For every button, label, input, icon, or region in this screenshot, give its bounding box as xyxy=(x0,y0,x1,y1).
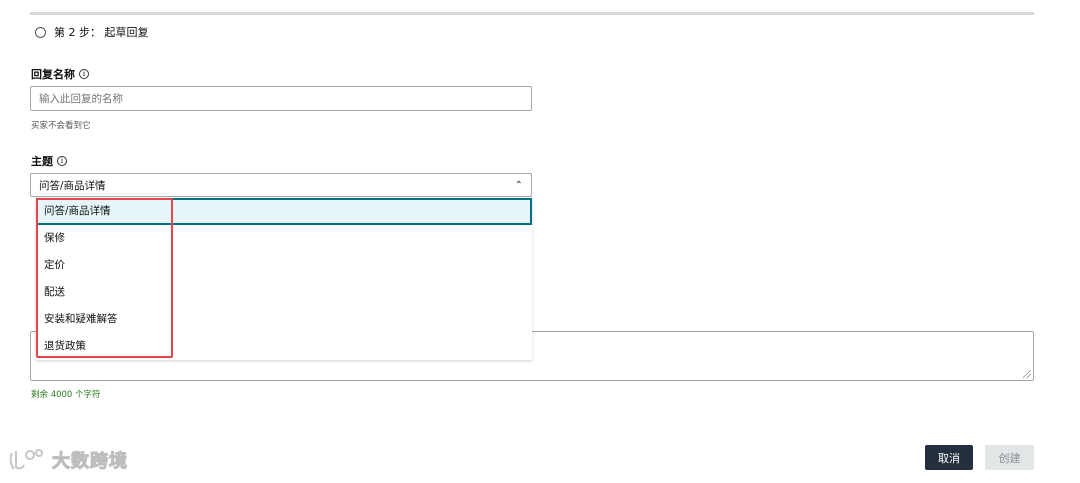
topic-dropdown: 问答/商品详情 保修 定价 配送 安装和疑难解答 退货政策 xyxy=(36,198,532,360)
topic-selected-value: 问答/商品详情 xyxy=(39,179,106,192)
step-label: 第 2 步： 起草回复 xyxy=(54,26,149,39)
chevron-up-icon: ⌃ xyxy=(514,179,523,191)
topic-option-shipping[interactable]: 配送 xyxy=(36,279,532,306)
resize-handle-icon[interactable] xyxy=(1023,370,1031,378)
radio-icon[interactable] xyxy=(35,26,46,38)
reply-name-label-text: 回复名称 xyxy=(31,68,75,81)
characters-remaining: 剩余 4000 个字符 xyxy=(31,390,101,400)
watermark-symbol-icon xyxy=(9,449,43,470)
reply-name-hint: 买家不会看到它 xyxy=(31,121,91,131)
step-header: 第 2 步： 起草回复 xyxy=(35,24,149,40)
cancel-button[interactable]: 取消 xyxy=(925,445,973,470)
topic-select[interactable]: 问答/商品详情 ⌃ xyxy=(30,173,532,197)
info-icon[interactable]: i xyxy=(57,156,67,166)
topic-option-returns[interactable]: 退货政策 xyxy=(36,333,532,360)
create-button[interactable]: 创建 xyxy=(985,445,1034,470)
watermark-logo: 大数跨境 xyxy=(8,447,128,473)
topic-option-qa[interactable]: 问答/商品详情 xyxy=(36,198,532,225)
topic-option-warranty[interactable]: 保修 xyxy=(36,225,532,252)
topic-option-installation[interactable]: 安装和疑难解答 xyxy=(36,306,532,333)
info-icon[interactable]: i xyxy=(79,69,89,79)
section-divider xyxy=(30,12,1034,15)
topic-label: 主题 i xyxy=(31,153,67,169)
watermark-text: 大数跨境 xyxy=(52,451,128,473)
topic-label-text: 主题 xyxy=(31,155,53,168)
topic-option-pricing[interactable]: 定价 xyxy=(36,252,532,279)
reply-name-label: 回复名称 i xyxy=(31,66,89,82)
reply-name-input[interactable] xyxy=(30,86,532,111)
